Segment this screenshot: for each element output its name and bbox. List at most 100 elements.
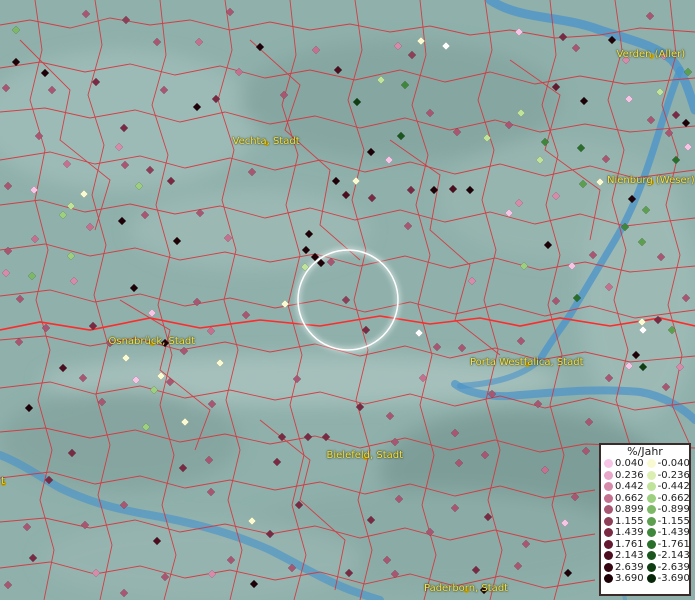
legend-row: 0.236 -0.236 <box>601 469 690 482</box>
legend-swatch <box>646 551 656 561</box>
station-marker[interactable] <box>206 487 216 497</box>
legend-label: -0.662 <box>657 492 690 504</box>
legend-label: -1.761 <box>657 538 690 550</box>
station-marker[interactable] <box>3 580 13 590</box>
legend-entry-negative: -1.761 <box>644 539 690 550</box>
station-marker[interactable] <box>671 155 681 165</box>
station-marker[interactable] <box>28 553 38 563</box>
station-marker[interactable] <box>85 222 95 232</box>
station-marker[interactable] <box>179 346 189 356</box>
station-marker[interactable] <box>514 27 524 37</box>
station-marker[interactable] <box>22 522 32 532</box>
station-marker[interactable] <box>645 11 655 21</box>
station-marker[interactable] <box>27 271 37 281</box>
legend-label: 0.442 <box>615 481 644 493</box>
station-marker[interactable] <box>147 308 157 318</box>
station-marker[interactable] <box>121 353 131 363</box>
station-marker[interactable] <box>3 181 13 191</box>
station-marker[interactable] <box>558 32 568 42</box>
station-marker[interactable] <box>403 221 413 231</box>
station-marker[interactable] <box>206 326 216 336</box>
station-marker[interactable] <box>15 294 25 304</box>
station-marker[interactable] <box>117 216 127 226</box>
legend-label: 3.690 <box>615 573 644 585</box>
station-marker[interactable] <box>255 42 265 52</box>
station-marker[interactable] <box>624 94 634 104</box>
station-marker[interactable] <box>234 67 244 77</box>
station-marker[interactable] <box>58 210 68 220</box>
legend-label: 0.236 <box>615 469 644 481</box>
legend-entry-positive: 1.761 <box>601 539 644 550</box>
legend-entry-positive: 1.439 <box>601 527 644 538</box>
legend-swatch <box>604 516 613 526</box>
station-marker[interactable] <box>385 411 395 421</box>
legend-label: -0.899 <box>657 504 690 516</box>
station-marker[interactable] <box>351 176 361 186</box>
legend-entry-positive: 3.690 <box>601 573 644 584</box>
station-marker[interactable] <box>14 337 24 347</box>
legend-entry-positive: 0.899 <box>601 504 644 515</box>
station-marker[interactable] <box>303 432 313 442</box>
station-marker[interactable] <box>331 176 341 186</box>
station-marker[interactable] <box>683 142 693 152</box>
legend-entry-negative: -0.899 <box>644 504 690 515</box>
station-marker[interactable] <box>79 189 89 199</box>
legend-swatch <box>646 574 656 584</box>
city-label: Bielefeld, Stadt <box>326 450 404 461</box>
legend-entry-negative: -1.155 <box>644 516 690 527</box>
city-label: Osnabrück, Stadt <box>108 336 196 347</box>
legend-entry-positive: 1.155 <box>601 516 644 527</box>
legend-entry-positive: 2.639 <box>601 562 644 573</box>
station-marker[interactable] <box>406 185 416 195</box>
station-marker[interactable] <box>341 295 351 305</box>
legend-row: 0.662 -0.662 <box>601 492 690 505</box>
station-marker[interactable] <box>341 190 351 200</box>
station-marker[interactable] <box>121 15 131 25</box>
station-marker[interactable] <box>194 37 204 47</box>
station-marker[interactable] <box>81 9 91 19</box>
legend-entry-positive: 2.143 <box>601 550 644 561</box>
city-label: Verden (Aller) <box>616 49 686 60</box>
station-marker[interactable] <box>567 261 577 271</box>
station-marker[interactable] <box>247 167 257 177</box>
legend-row: 3.690 -3.690 <box>601 573 690 585</box>
legend-label: 0.040 <box>615 458 644 470</box>
legend-swatch <box>646 539 656 549</box>
legend-row: 1.439 -1.439 <box>601 527 690 539</box>
map-canvas[interactable] <box>0 0 695 600</box>
station-marker[interactable] <box>272 457 282 467</box>
station-marker[interactable] <box>367 193 377 203</box>
legend-swatch <box>604 551 613 561</box>
station-marker[interactable] <box>11 25 21 35</box>
station-marker[interactable] <box>655 87 665 97</box>
station-marker[interactable] <box>646 115 656 125</box>
legend-entry-negative: -1.439 <box>644 527 690 538</box>
station-marker[interactable] <box>457 343 467 353</box>
station-marker[interactable] <box>516 336 526 346</box>
station-marker[interactable] <box>69 276 79 286</box>
station-marker[interactable] <box>519 261 529 271</box>
station-marker[interactable] <box>432 342 442 352</box>
station-marker[interactable] <box>66 251 76 261</box>
station-marker[interactable] <box>1 268 11 278</box>
station-marker[interactable] <box>467 276 477 286</box>
map-view[interactable]: Verden (Aller) Vechta, Stadt Nienburg (Wes… <box>0 0 695 600</box>
station-marker[interactable] <box>571 43 581 53</box>
legend-label: 1.155 <box>615 515 644 527</box>
legend-row: 0.040 -0.040 <box>601 458 690 470</box>
station-marker[interactable] <box>30 234 40 244</box>
legend-swatch <box>604 482 613 492</box>
legend-label: -1.155 <box>657 515 690 527</box>
station-marker[interactable] <box>152 37 162 47</box>
legend-swatch <box>604 562 613 572</box>
city-label: Paderborn, Stadt <box>424 583 509 594</box>
legend-label: 0.899 <box>615 504 644 516</box>
legend-entry-negative: -0.236 <box>644 470 690 481</box>
station-marker[interactable] <box>241 310 251 320</box>
station-marker[interactable] <box>671 110 681 120</box>
station-marker[interactable] <box>579 96 589 106</box>
station-marker[interactable] <box>129 283 139 293</box>
station-marker[interactable] <box>414 328 424 338</box>
station-marker[interactable] <box>681 118 691 128</box>
station-marker[interactable] <box>551 296 561 306</box>
